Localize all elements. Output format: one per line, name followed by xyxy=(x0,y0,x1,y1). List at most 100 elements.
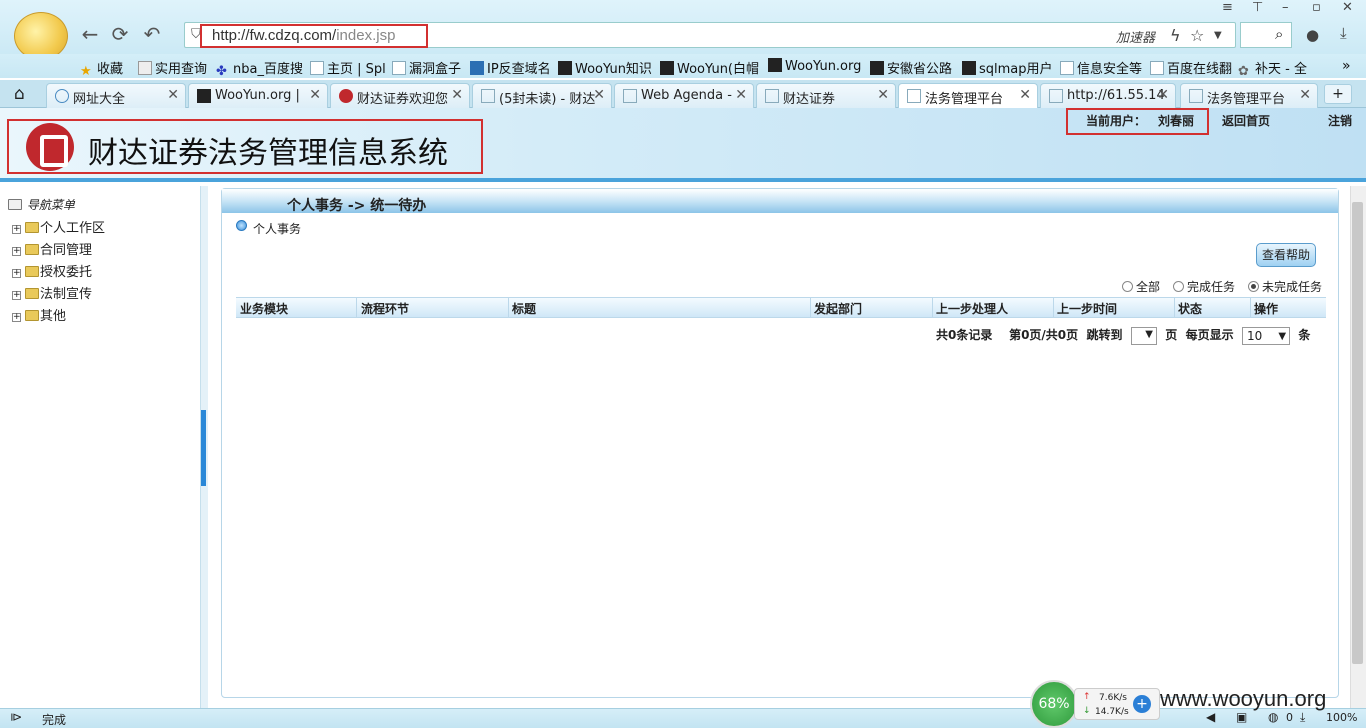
close-icon[interactable]: ✕ xyxy=(1299,87,1311,103)
browser-tab[interactable]: 财达证券欢迎您 ✕ xyxy=(330,83,470,108)
bookmark-item[interactable]: WooYun(白帽 xyxy=(660,58,759,77)
filter-all[interactable]: 全部 xyxy=(1122,278,1160,295)
nav-item-other[interactable]: + 其他 xyxy=(12,305,66,324)
more-bookmarks-icon[interactable]: » xyxy=(1342,58,1351,74)
plus-icon[interactable]: + xyxy=(1133,695,1151,713)
download-status-icon[interactable]: ⤓ xyxy=(1300,710,1305,725)
browser-tab[interactable]: (5封未读) - 财达 ✕ xyxy=(472,83,612,108)
bookmark-item[interactable]: ★ 收藏 xyxy=(80,58,123,79)
search-box[interactable]: ⌕ xyxy=(1240,22,1292,48)
nav-collapse-handle[interactable] xyxy=(201,410,206,486)
undo-icon[interactable]: ↶ xyxy=(140,22,164,46)
browser-tab[interactable]: 网址大全 ✕ xyxy=(46,83,186,108)
nav-item-personal-workspace[interactable]: + 个人工作区 xyxy=(12,217,105,236)
star-icon[interactable]: ☆ xyxy=(1190,26,1204,45)
bookmark-label: sqlmap用户 xyxy=(979,62,1053,77)
upload-arrow-icon: ↑ xyxy=(1083,692,1091,702)
wooyun-icon xyxy=(768,58,782,72)
browser-tab[interactable]: WooYun.org | ✕ xyxy=(188,83,328,108)
section-title: 个人事务 xyxy=(253,222,302,236)
lightning-icon[interactable]: ϟ xyxy=(1170,26,1181,45)
url-text[interactable]: http://fw.cdzq.com/index.jsp xyxy=(212,27,395,44)
browser-tab[interactable]: 法务管理平台 ✕ xyxy=(1180,83,1318,108)
logout-link[interactable]: 注销 xyxy=(1328,112,1352,129)
speaker-icon[interactable]: ◀ xyxy=(1206,710,1215,724)
bookmark-item[interactable]: 主页 | Spl xyxy=(310,58,386,77)
page-icon xyxy=(623,89,637,103)
maximize-icon[interactable]: ▫ xyxy=(1312,0,1321,15)
bookmark-item[interactable]: WooYun.org xyxy=(768,58,861,74)
column-header[interactable]: 业务模块 xyxy=(240,300,288,317)
download-icon[interactable]: ⤓ xyxy=(1340,24,1347,42)
radio-icon[interactable] xyxy=(1173,281,1184,292)
bookmark-item[interactable]: ✤ nba_百度搜 xyxy=(216,58,303,79)
column-header[interactable]: 发起部门 xyxy=(814,300,862,317)
bookmark-item[interactable]: sqlmap用户 xyxy=(962,58,1053,77)
browser-tab-active[interactable]: 法务管理平台 ✕ xyxy=(898,83,1038,108)
browser-tab[interactable]: 财达证券 ✕ xyxy=(756,83,896,108)
browser-tab[interactable]: Web Agenda - ✕ xyxy=(614,83,754,108)
status-text: 完成 xyxy=(42,713,67,727)
refresh-icon[interactable]: ⟳ xyxy=(108,22,132,46)
close-icon[interactable]: ✕ xyxy=(1342,0,1353,15)
column-header[interactable]: 流程环节 xyxy=(361,300,409,317)
expand-icon[interactable]: + xyxy=(12,225,21,234)
menu-dots-icon[interactable]: ● xyxy=(1306,26,1319,44)
new-tab-button[interactable]: + xyxy=(1324,84,1352,104)
folder-icon xyxy=(25,266,39,277)
per-page-select[interactable]: 10 ▼ xyxy=(1242,326,1291,345)
close-icon[interactable]: ✕ xyxy=(451,87,463,103)
expand-icon[interactable]: + xyxy=(12,247,21,256)
shield-status-icon[interactable]: ◍ xyxy=(1268,710,1278,724)
home-icon[interactable]: ⌂ xyxy=(14,84,25,104)
radio-selected-icon[interactable] xyxy=(1248,281,1259,292)
nav-item-contract[interactable]: + 合同管理 xyxy=(12,239,92,258)
accelerator-label[interactable]: 加速器 xyxy=(1116,27,1155,46)
sidebar-toggle-icon[interactable]: ⧐ xyxy=(10,710,22,724)
close-icon[interactable]: ✕ xyxy=(167,87,179,103)
bookmark-item[interactable]: WooYun知识 xyxy=(558,58,652,77)
chevron-down-icon[interactable]: ▼ xyxy=(1214,30,1222,41)
nav-item-legal-promotion[interactable]: + 法制宣传 xyxy=(12,283,92,302)
bookmark-item[interactable]: IP反查域名 xyxy=(470,58,551,77)
close-icon[interactable]: ✕ xyxy=(735,87,747,103)
back-icon[interactable]: ← xyxy=(78,22,102,46)
browser-logo[interactable] xyxy=(14,12,68,60)
scrollbar-thumb[interactable] xyxy=(1352,202,1363,664)
filter-completed[interactable]: 完成任务 xyxy=(1173,278,1235,295)
close-icon[interactable]: ✕ xyxy=(309,87,321,103)
close-icon[interactable]: ✕ xyxy=(1019,87,1031,103)
bookmark-item[interactable]: 实用查询 xyxy=(138,58,207,77)
nav-item-authorization[interactable]: + 授权委托 xyxy=(12,261,92,280)
bookmark-item[interactable]: 百度在线翻 xyxy=(1150,58,1232,77)
browser-tab[interactable]: http://61.55.14 ✕ xyxy=(1040,83,1176,108)
close-icon[interactable]: ✕ xyxy=(877,87,889,103)
expand-icon[interactable]: + xyxy=(12,269,21,278)
zoom-level[interactable]: 100% xyxy=(1326,711,1357,724)
help-button[interactable]: 查看帮助 xyxy=(1256,243,1316,267)
filter-uncompleted[interactable]: 未完成任务 xyxy=(1248,278,1322,295)
column-header[interactable]: 上一步处理人 xyxy=(936,300,1008,317)
speed-widget[interactable]: 68% xyxy=(1030,680,1078,728)
bookmark-item[interactable]: 信息安全等 xyxy=(1060,58,1142,77)
bookmark-item[interactable]: 漏洞盒子 xyxy=(392,58,461,77)
radio-icon[interactable] xyxy=(1122,281,1133,292)
search-icon[interactable]: ⌕ xyxy=(1275,25,1283,43)
column-header[interactable]: 状态 xyxy=(1178,300,1202,317)
column-header[interactable]: 上一步时间 xyxy=(1057,300,1117,317)
bookmark-item[interactable]: 安徽省公路 xyxy=(870,58,952,77)
close-icon[interactable]: ✕ xyxy=(1157,87,1169,103)
skin-icon[interactable]: ⊤ xyxy=(1252,0,1263,15)
hamburger-icon[interactable]: ≡ xyxy=(1222,0,1233,15)
column-header[interactable]: 操作 xyxy=(1254,300,1278,317)
home-link[interactable]: 返回首页 xyxy=(1222,112,1270,129)
expand-icon[interactable]: + xyxy=(12,291,21,300)
close-icon[interactable]: ✕ xyxy=(593,87,605,103)
expand-icon[interactable]: + xyxy=(12,313,21,322)
briefcase-icon[interactable]: ▣ xyxy=(1236,710,1247,724)
page-jump-select[interactable]: ▼ xyxy=(1130,326,1157,345)
bookmark-item[interactable]: ✿ 补天 - 全 xyxy=(1238,58,1307,79)
minimize-icon[interactable]: – xyxy=(1282,0,1289,15)
nav-root[interactable]: 导航菜单 xyxy=(8,196,75,213)
column-header[interactable]: 标题 xyxy=(512,300,536,317)
